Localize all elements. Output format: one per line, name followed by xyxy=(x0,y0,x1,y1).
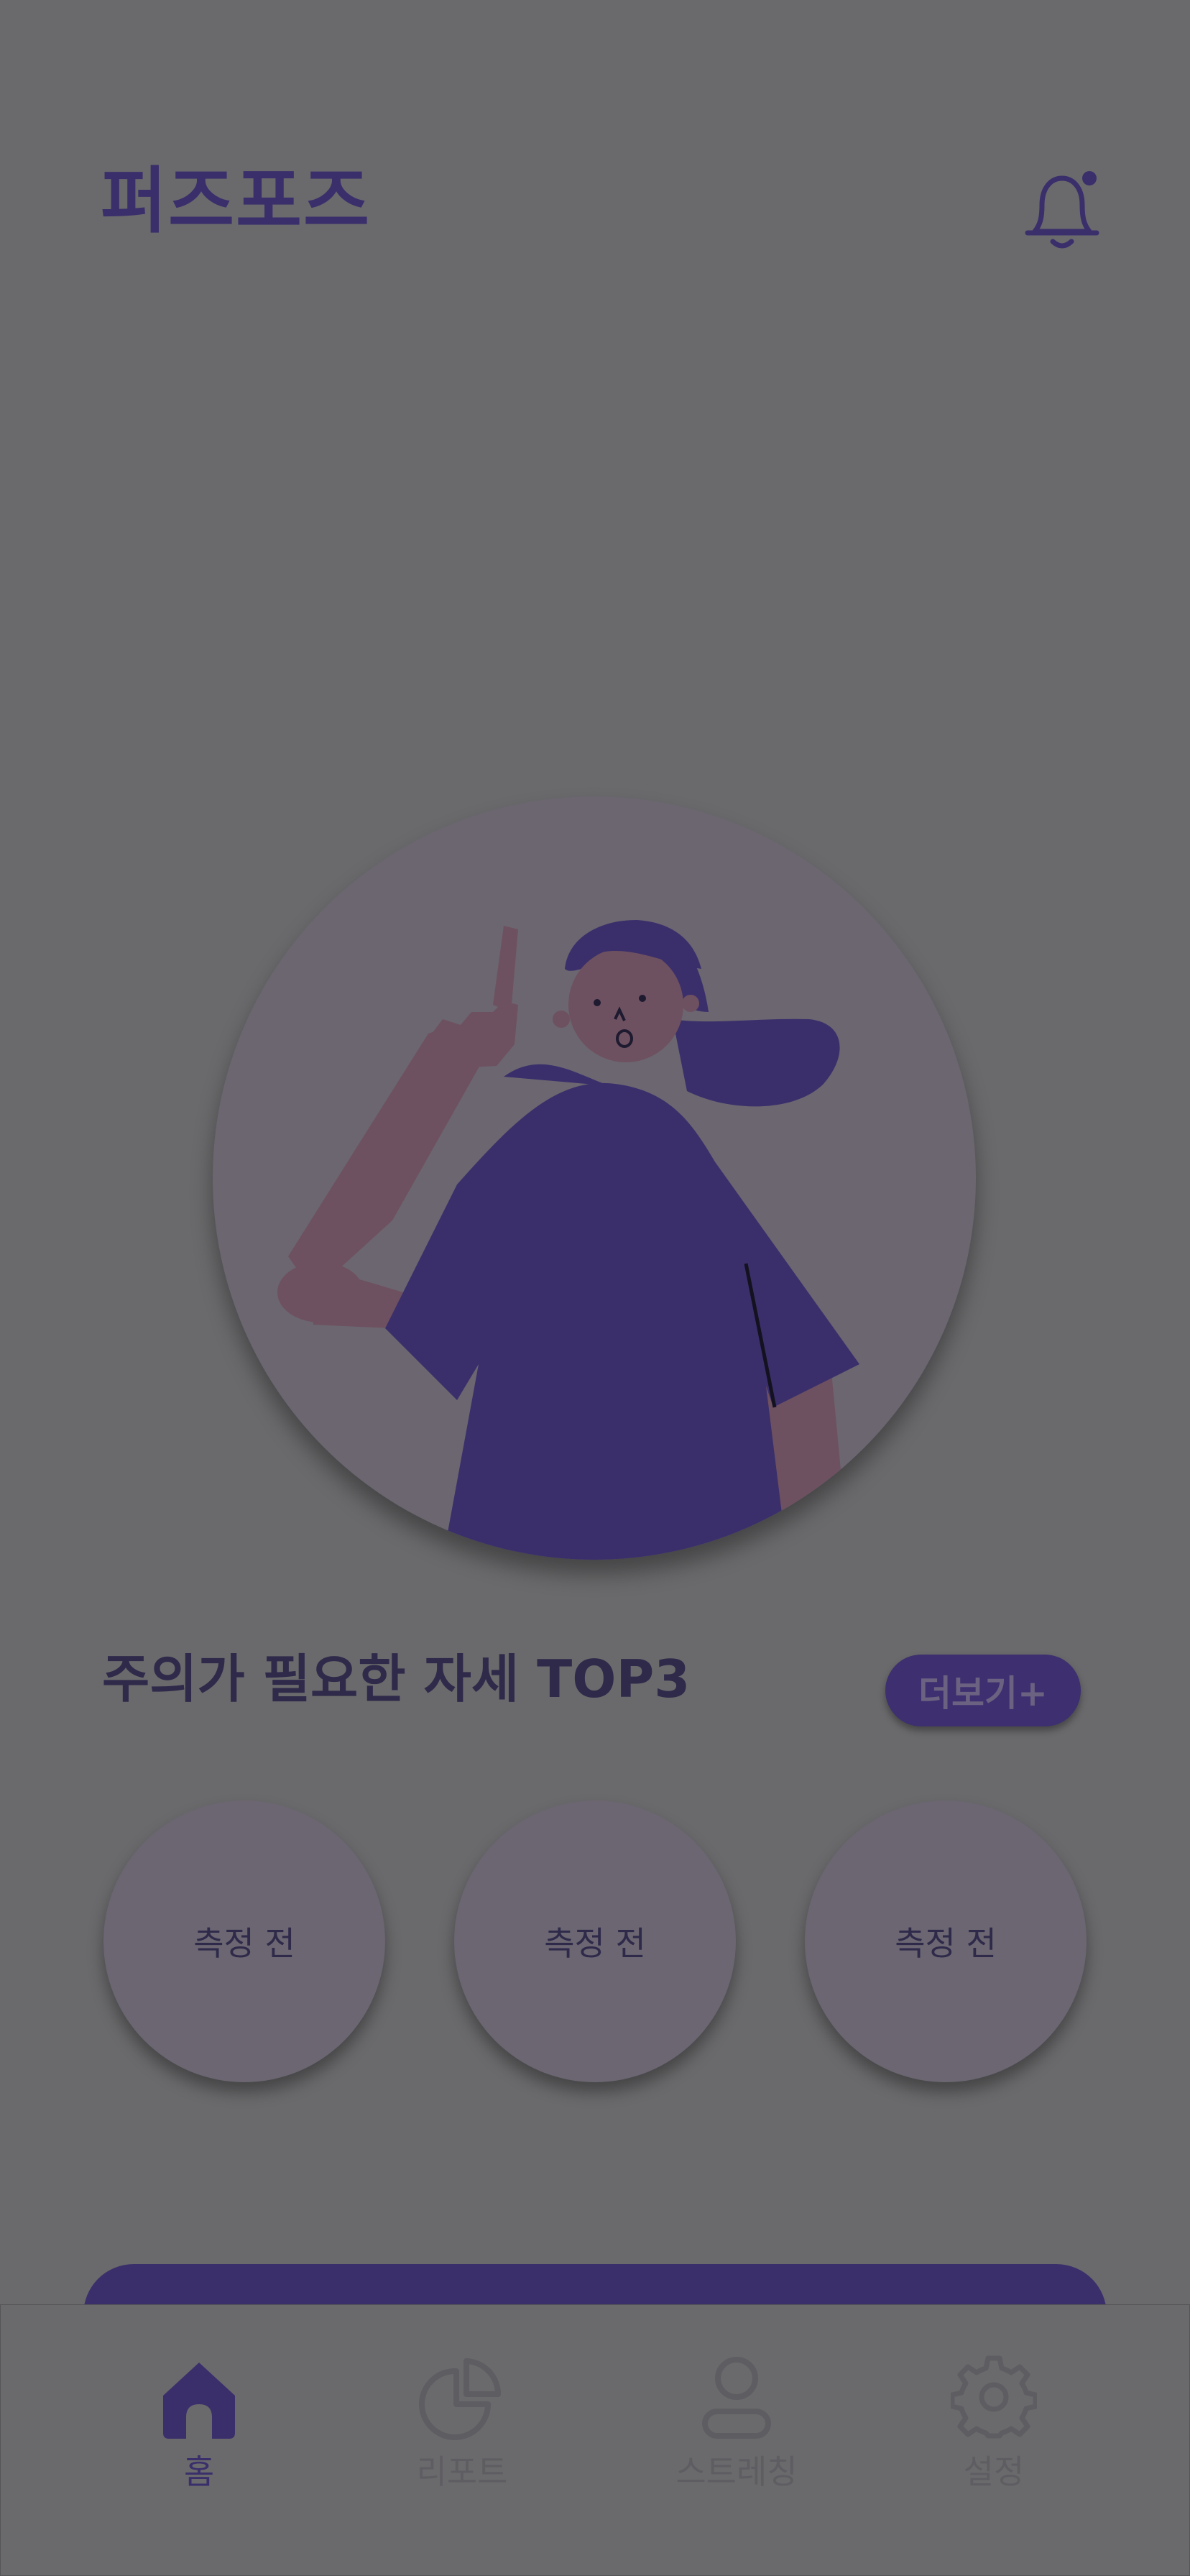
section-title: 주의가 필요한 자세 TOP3 xyxy=(102,1649,691,1709)
posture-item-label: 측정 전 xyxy=(193,1924,295,1963)
more-button[interactable]: 더보기+ xyxy=(885,1655,1081,1726)
tab-label-settings: 설정 xyxy=(963,2452,1025,2491)
tab-report[interactable]: 리포트 xyxy=(361,2354,563,2493)
posture-item-label: 측정 전 xyxy=(544,1924,646,1963)
app-logo: 퍼즈포즈 xyxy=(101,159,371,243)
hero-illustration xyxy=(213,796,976,1560)
posture-item-3[interactable]: 측정 전 xyxy=(805,1800,1087,2082)
posture-item-label: 측정 전 xyxy=(895,1924,997,1963)
tab-label-stretching: 스트레칭 xyxy=(675,2452,798,2491)
bell-icon[interactable] xyxy=(1020,165,1099,259)
tab-settings[interactable]: 설정 xyxy=(893,2354,1094,2493)
bottom-tab-bar: 홈 리포트 스트레칭 설정 xyxy=(0,2304,1190,2576)
home-icon xyxy=(163,2363,235,2439)
woman-pointing-illustration xyxy=(277,920,859,1560)
posture-item-2[interactable]: 측정 전 xyxy=(454,1800,736,2082)
tab-stretching[interactable]: 스트레칭 xyxy=(636,2354,837,2493)
tab-label-report: 리포트 xyxy=(416,2452,508,2491)
notification-badge xyxy=(1082,171,1097,185)
tab-home[interactable]: 홈 xyxy=(98,2354,300,2493)
gear-icon xyxy=(951,2355,1037,2439)
posture-item-1[interactable]: 측정 전 xyxy=(103,1800,385,2082)
tab-label-home: 홈 xyxy=(183,2452,215,2491)
pie-chart-icon xyxy=(419,2358,502,2440)
person-icon xyxy=(702,2357,771,2439)
